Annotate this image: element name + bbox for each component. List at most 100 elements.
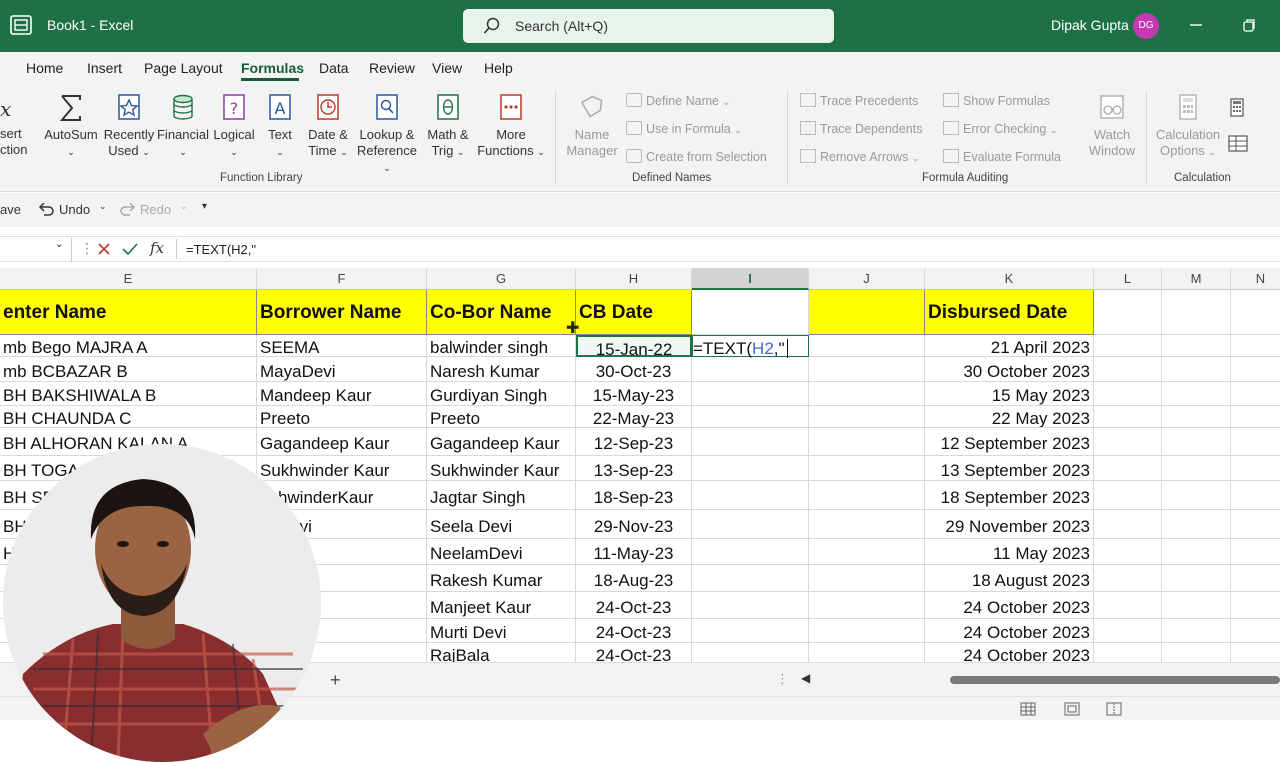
column-header-g[interactable]: G — [427, 268, 576, 290]
create-from-selection-button[interactable]: Create from Selection — [626, 149, 767, 164]
column-header-j[interactable]: J — [809, 268, 925, 290]
column-header-l[interactable]: L — [1094, 268, 1162, 290]
table-cell[interactable] — [1162, 481, 1231, 510]
table-cell[interactable] — [1094, 565, 1162, 592]
trace-dependents-button[interactable]: Trace Dependents — [800, 121, 922, 136]
table-cell[interactable] — [1162, 456, 1231, 481]
table-cell[interactable] — [692, 382, 809, 406]
table-cell[interactable] — [692, 510, 809, 539]
cancel-icon[interactable] — [97, 242, 111, 256]
table-cell[interactable]: 24 October 2023 — [925, 643, 1094, 662]
table-cell[interactable] — [1231, 592, 1280, 619]
tab-home[interactable]: Home — [26, 60, 63, 76]
lookup-reference-button[interactable]: Lookup & Reference ⌄ — [354, 92, 420, 176]
calculate-now-icon[interactable] — [1228, 98, 1246, 118]
table-cell[interactable] — [809, 428, 925, 456]
tab-insert[interactable]: Insert — [87, 60, 122, 76]
horizontal-scrollbar[interactable] — [950, 676, 1280, 684]
table-cell[interactable]: Gagandeep Kaur — [257, 428, 427, 456]
table-cell[interactable] — [809, 539, 925, 565]
watch-window-button[interactable]: Watch Window — [1088, 92, 1136, 159]
table-cell[interactable] — [1231, 335, 1280, 357]
table-cell[interactable] — [1094, 510, 1162, 539]
tab-help[interactable]: Help — [484, 60, 513, 76]
table-cell[interactable]: 15-May-23 — [576, 382, 692, 406]
table-cell[interactable]: 12 September 2023 — [925, 428, 1094, 456]
tab-review[interactable]: Review — [369, 60, 415, 76]
restore-icon[interactable] — [1238, 14, 1260, 36]
table-cell[interactable] — [1231, 510, 1280, 539]
table-cell[interactable] — [1162, 619, 1231, 643]
table-cell[interactable] — [692, 481, 809, 510]
undo-icon[interactable] — [37, 201, 55, 217]
table-cell[interactable]: Gagandeep Kaur — [427, 428, 576, 456]
undo-button[interactable]: Undo — [59, 202, 90, 217]
table-cell[interactable] — [1094, 335, 1162, 357]
table-cell[interactable] — [809, 643, 925, 662]
table-cell[interactable]: Manjeet Kaur — [427, 592, 576, 619]
table-cell[interactable]: 24-Oct-23 — [576, 619, 692, 643]
column-header-k[interactable]: K — [925, 268, 1094, 290]
math-trig-button[interactable]: Math & Trig ⌄ — [422, 92, 474, 160]
calculation-options-button[interactable]: Calculation Options ⌄ — [1154, 92, 1222, 160]
table-cell[interactable]: Jagtar Singh — [427, 481, 576, 510]
table-cell[interactable] — [1231, 357, 1280, 382]
table-cell[interactable]: 18 August 2023 — [925, 565, 1094, 592]
use-in-formula-button[interactable]: Use in Formula ⌄ — [626, 121, 742, 136]
table-cell[interactable] — [1162, 357, 1231, 382]
table-cell[interactable] — [1231, 481, 1280, 510]
table-cell[interactable]: 24-Oct-23 — [576, 592, 692, 619]
chevron-down-icon[interactable]: ⌄ — [99, 201, 107, 212]
table-cell[interactable]: Preeto — [257, 406, 427, 428]
column-header-i[interactable]: I — [692, 268, 809, 290]
cell-l1[interactable] — [1094, 290, 1162, 335]
table-cell[interactable]: 15 May 2023 — [925, 382, 1094, 406]
table-cell[interactable] — [1094, 357, 1162, 382]
page-layout-view-icon[interactable] — [1064, 702, 1080, 716]
table-cell[interactable] — [809, 481, 925, 510]
table-cell[interactable] — [1094, 481, 1162, 510]
table-cell[interactable] — [1162, 428, 1231, 456]
header-cell-k[interactable]: Disbursed Date — [925, 290, 1094, 335]
table-cell[interactable]: 21 April 2023 — [925, 335, 1094, 357]
table-cell[interactable]: BH BAKSHIWALA B — [0, 382, 257, 406]
table-cell[interactable] — [809, 510, 925, 539]
table-cell[interactable] — [1162, 406, 1231, 428]
table-cell[interactable]: MayaDevi — [257, 357, 427, 382]
table-cell[interactable]: Sukhwinder Kaur — [427, 456, 576, 481]
table-cell[interactable]: 24 October 2023 — [925, 619, 1094, 643]
table-cell[interactable]: 13 September 2023 — [925, 456, 1094, 481]
table-cell[interactable] — [809, 619, 925, 643]
header-cell-e[interactable]: enter Name — [0, 290, 257, 335]
table-cell[interactable] — [1231, 382, 1280, 406]
table-cell[interactable] — [1162, 643, 1231, 662]
column-header-m[interactable]: M — [1162, 268, 1231, 290]
table-cell[interactable]: Murti Devi — [427, 619, 576, 643]
name-manager-button[interactable]: Name Manager — [564, 92, 620, 159]
table-cell[interactable] — [809, 456, 925, 481]
table-cell[interactable] — [1231, 428, 1280, 456]
header-cell-h[interactable]: CB Date — [576, 290, 692, 335]
table-cell[interactable]: 24 October 2023 — [925, 592, 1094, 619]
user-name[interactable]: Dipak Gupta — [1051, 17, 1129, 33]
customize-qat-icon[interactable]: ▾ — [202, 201, 207, 212]
add-sheet-button[interactable]: + — [330, 670, 341, 691]
table-cell[interactable]: NeelamDevi — [427, 539, 576, 565]
table-cell[interactable] — [1162, 592, 1231, 619]
table-cell[interactable]: 30-Oct-23 — [576, 357, 692, 382]
header-cell-f[interactable]: Borrower Name — [257, 290, 427, 335]
cell-m1[interactable] — [1162, 290, 1231, 335]
table-cell[interactable]: mb BCBAZAR B — [0, 357, 257, 382]
header-cell-g[interactable]: Co-Bor Name — [427, 290, 576, 335]
table-cell[interactable]: 18-Sep-23 — [576, 481, 692, 510]
column-header-e[interactable]: E — [0, 268, 257, 290]
table-cell[interactable] — [809, 335, 925, 357]
table-cell[interactable] — [1094, 619, 1162, 643]
table-cell[interactable] — [1162, 510, 1231, 539]
table-cell[interactable]: RajBala — [427, 643, 576, 662]
evaluate-formula-button[interactable]: Evaluate Formula — [943, 149, 1061, 164]
table-cell[interactable] — [809, 592, 925, 619]
table-cell[interactable] — [692, 456, 809, 481]
more-functions-button[interactable]: More Functions ⌄ — [476, 92, 546, 160]
table-cell[interactable] — [1162, 335, 1231, 357]
